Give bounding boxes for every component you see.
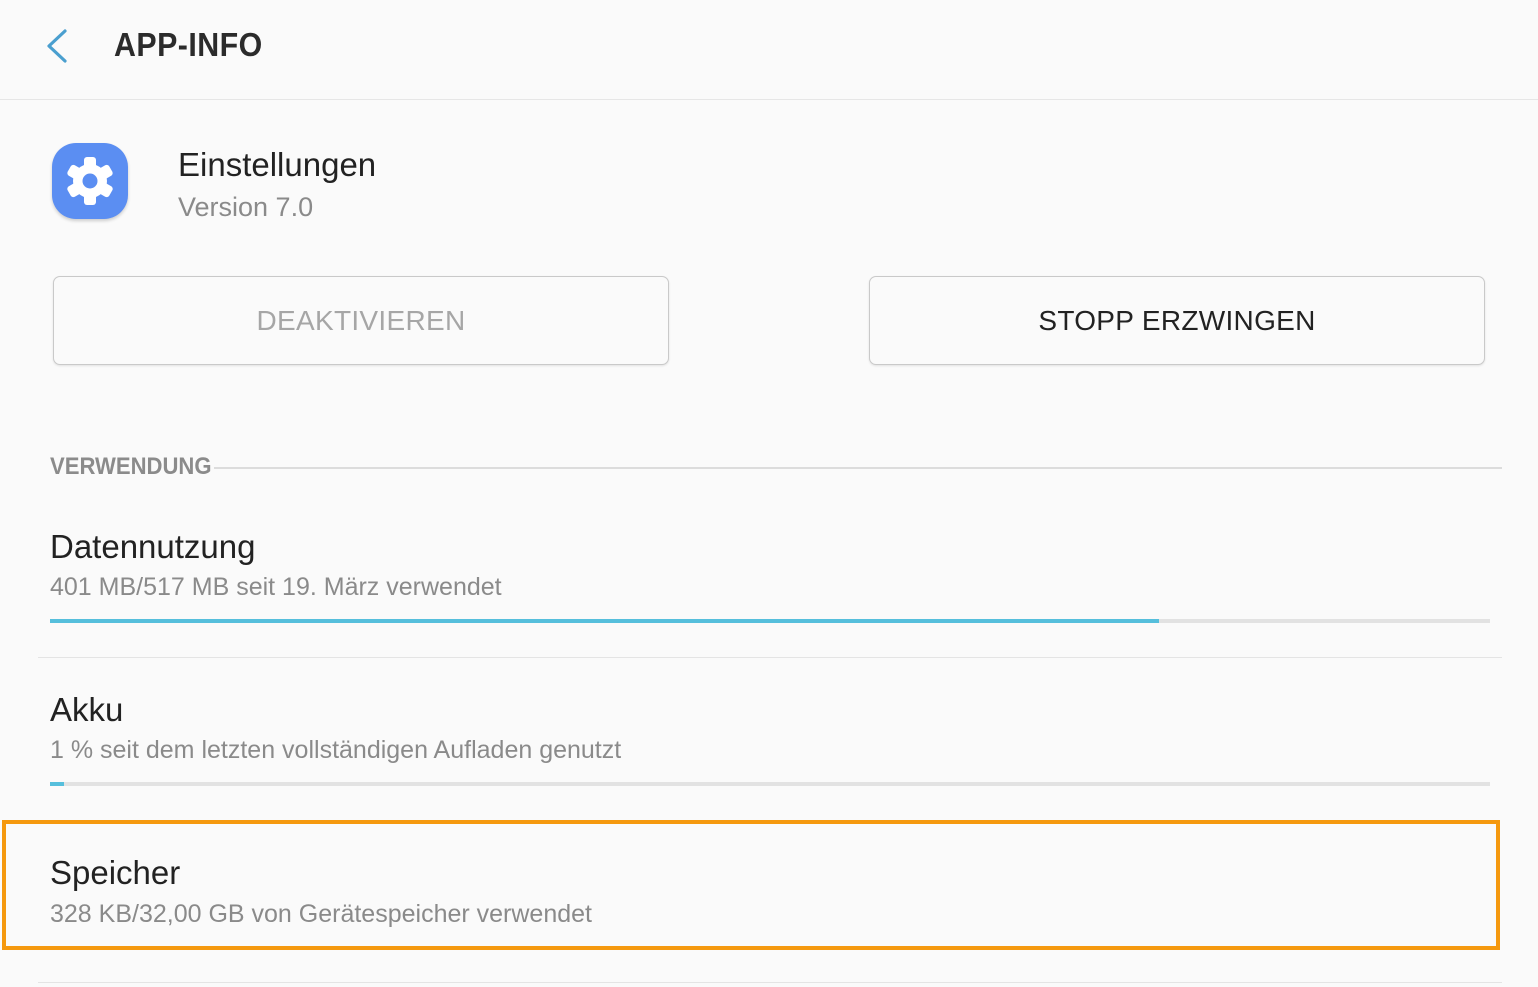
data-usage-progress-fill: [50, 619, 1159, 623]
divider: [38, 657, 1502, 658]
app-bar: APP-INFO: [0, 0, 1538, 100]
divider: [38, 982, 1502, 983]
storage-subtitle: 328 KB/32,00 GB von Gerätespeicher verwe…: [50, 900, 592, 928]
battery-title: Akku: [50, 691, 124, 728]
battery-progress-fill: [50, 782, 65, 786]
battery-item[interactable]: Akku 1 % seit dem letzten vollständigen …: [0, 673, 1538, 813]
data-usage-progress: [50, 619, 1490, 623]
force-stop-button[interactable]: STOPP ERZWINGEN: [869, 276, 1485, 365]
page-title: APP-INFO: [114, 26, 263, 63]
data-usage-item[interactable]: Datennutzung 401 MB/517 MB seit 19. März…: [0, 510, 1538, 657]
disable-button[interactable]: DEAKTIVIEREN: [53, 276, 669, 365]
app-name: Einstellungen: [178, 146, 377, 183]
data-usage-title: Datennutzung: [50, 528, 256, 565]
battery-progress: [50, 782, 1490, 786]
data-usage-subtitle: 401 MB/517 MB seit 19. März verwendet: [50, 573, 502, 601]
gear-icon: [67, 157, 113, 205]
chevron-left-icon: [47, 29, 67, 63]
section-header-usage: VERWENDUNG: [50, 453, 212, 480]
storage-item[interactable]: Speicher 328 KB/32,00 GB von Gerätespeic…: [0, 822, 1538, 948]
app-icon: [52, 143, 128, 219]
back-button[interactable]: [40, 24, 80, 68]
section-divider: [214, 467, 1502, 469]
storage-title: Speicher: [50, 854, 181, 891]
battery-subtitle: 1 % seit dem letzten vollständigen Aufla…: [50, 736, 622, 764]
app-version: Version 7.0: [178, 192, 314, 222]
